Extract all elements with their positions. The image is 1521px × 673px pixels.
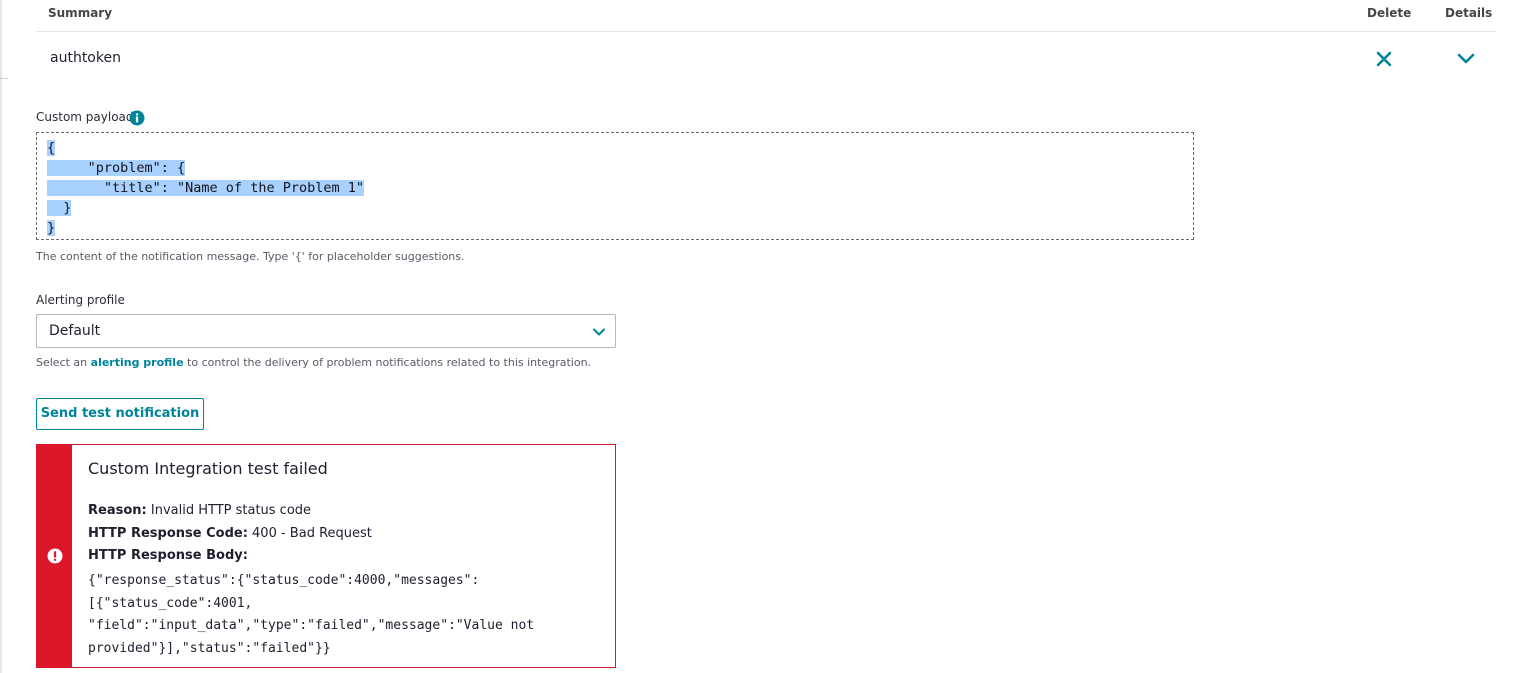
close-icon (1376, 51, 1392, 67)
table-row: authtoken (36, 32, 1496, 84)
details-expand-button[interactable] (1454, 48, 1478, 70)
custom-payload-help-text: The content of the notification message.… (36, 250, 465, 263)
column-header-delete: Delete (1367, 6, 1412, 20)
alerting-profile-selected-value: Default (49, 323, 101, 339)
left-panel-tick (0, 78, 8, 79)
delete-button[interactable] (1372, 48, 1396, 70)
error-reason: Reason: Invalid HTTP status code (88, 503, 312, 518)
payload-line: { (47, 140, 56, 156)
alerting-profile-select[interactable]: Default (36, 314, 616, 348)
alerting-profile-label: Alerting profile (36, 293, 125, 307)
send-test-notification-button[interactable]: Send test notification (36, 398, 204, 430)
custom-payload-label: Custom payload (36, 110, 134, 124)
integration-settings-page: Summary Delete Details authtoken Custom … (0, 0, 1521, 673)
alerting-profile-help-text: Select an alerting profile to control th… (36, 356, 592, 369)
column-header-summary: Summary (48, 6, 113, 20)
error-title: Custom Integration test failed (88, 459, 328, 478)
left-panel-edge (0, 0, 2, 673)
column-header-details: Details (1445, 6, 1493, 20)
error-response-code: HTTP Response Code: 400 - Bad Request (88, 526, 372, 541)
error-response-body: {"response_status":{"status_code":4000,"… (88, 573, 535, 656)
chevron-down-icon (593, 328, 605, 336)
chevron-down-icon (1457, 53, 1475, 64)
payload-line: } (47, 200, 72, 216)
error-response-body-label: HTTP Response Body: (88, 548, 248, 563)
error-message-box: Custom Integration test failed Reason: I… (36, 444, 616, 668)
error-stripe (37, 445, 72, 667)
row-summary-text: authtoken (50, 50, 121, 66)
alert-circle-icon (47, 548, 63, 564)
alerting-profile-link[interactable]: alerting profile (91, 356, 184, 369)
payload-line: } (47, 220, 56, 236)
custom-payload-editor[interactable]: { "problem": { "title": "Name of the Pro… (36, 132, 1194, 240)
payload-line: "title": "Name of the Problem 1" (47, 180, 364, 196)
table-header: Summary Delete Details (36, 0, 1496, 32)
payload-line: "problem": { (47, 160, 186, 176)
info-icon[interactable] (129, 110, 145, 126)
